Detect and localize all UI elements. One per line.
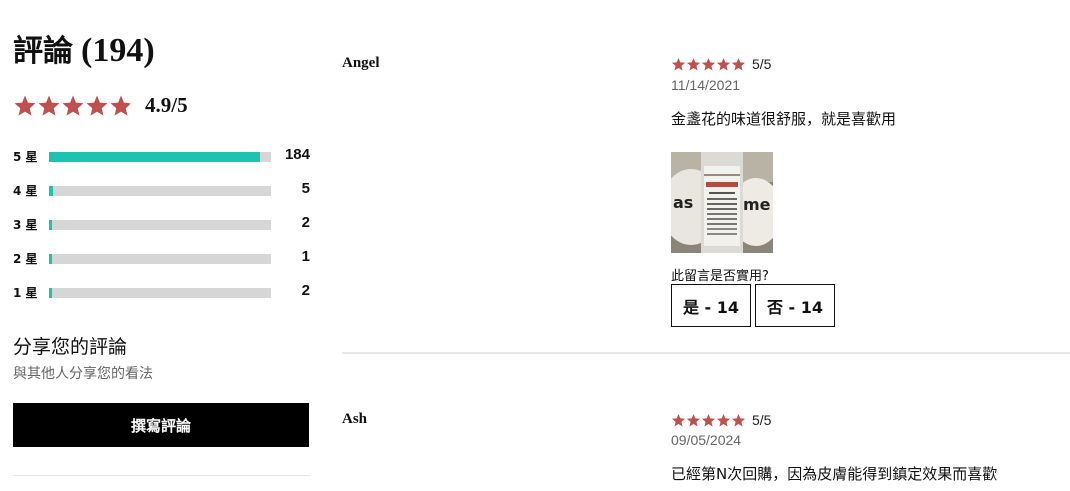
distribution-bar xyxy=(49,152,271,162)
reviews-count: (194) xyxy=(81,32,155,69)
review-rating: 5/5 xyxy=(671,412,771,428)
share-review-subtitle: 與其他人分享您的看法 xyxy=(13,366,153,382)
review-date: 09/05/2024 xyxy=(671,432,742,448)
star-icon xyxy=(671,57,686,72)
review-rating-label: 5/5 xyxy=(752,56,772,72)
review-rating-label: 5/5 xyxy=(752,412,772,428)
distribution-label: 1 星 xyxy=(13,285,38,300)
star-icon xyxy=(701,413,716,428)
review-photo[interactable]: as me xyxy=(671,152,773,253)
divider xyxy=(342,352,1070,354)
review-rating: 5/5 xyxy=(671,56,771,72)
star-icon xyxy=(109,94,133,118)
star-icon xyxy=(686,413,701,428)
distribution-row-4[interactable]: 4 星 5 xyxy=(13,180,310,200)
distribution-label: 2 星 xyxy=(13,251,38,266)
distribution-row-1[interactable]: 1 星 2 xyxy=(13,282,310,302)
reviews-title: 評論 xyxy=(13,34,73,69)
star-icon xyxy=(85,94,109,118)
helpful-no-button[interactable]: 否 - 14 xyxy=(755,284,835,327)
svg-text:as: as xyxy=(673,193,693,212)
distribution-bar-fill xyxy=(49,186,54,196)
distribution-row-5[interactable]: 5 星 184 xyxy=(13,146,310,166)
helpful-yes-button[interactable]: 是 - 14 xyxy=(671,284,751,327)
write-review-button[interactable]: 撰寫評論 xyxy=(13,403,309,447)
average-rating-value: 4.9/5 xyxy=(145,93,188,117)
svg-text:me: me xyxy=(743,195,771,214)
average-stars xyxy=(13,94,133,118)
distribution-bar-fill xyxy=(49,288,52,298)
star-icon xyxy=(37,94,61,118)
review-stars xyxy=(671,413,746,428)
distribution-row-3[interactable]: 3 星 2 xyxy=(13,214,310,234)
star-icon xyxy=(716,57,731,72)
average-rating: 4.9/5 xyxy=(13,93,188,118)
star-icon xyxy=(61,94,85,118)
distribution-count: 2 xyxy=(301,282,310,299)
review-date: 11/14/2021 xyxy=(671,77,741,93)
distribution-count: 1 xyxy=(301,248,310,265)
distribution-row-2[interactable]: 2 星 1 xyxy=(13,248,310,268)
star-icon xyxy=(671,413,686,428)
star-icon xyxy=(701,57,716,72)
star-icon xyxy=(716,413,731,428)
review-text: 金盞花的味道很舒服，就是喜歡用 xyxy=(671,110,897,128)
distribution-bar-fill xyxy=(49,152,260,162)
star-icon xyxy=(13,94,37,118)
share-review-title: 分享您的評論 xyxy=(13,336,128,358)
reviewer-name: Ash xyxy=(342,411,368,427)
distribution-label: 3 星 xyxy=(13,217,38,232)
star-icon xyxy=(731,57,746,72)
distribution-bar xyxy=(49,254,271,264)
distribution-bar-fill xyxy=(49,220,52,230)
distribution-bar xyxy=(49,186,271,196)
distribution-bar xyxy=(49,288,271,298)
star-icon xyxy=(731,413,746,428)
reviews-heading: 評論 (194) xyxy=(13,26,155,70)
distribution-label: 4 星 xyxy=(13,183,38,198)
divider xyxy=(13,475,310,476)
distribution-count: 2 xyxy=(301,214,310,231)
distribution-bar-fill xyxy=(49,254,52,264)
star-icon xyxy=(686,57,701,72)
review-stars xyxy=(671,57,746,72)
product-bottle-photo-icon: as me xyxy=(671,152,773,253)
helpful-question: 此留言是否實用? xyxy=(671,269,769,284)
distribution-count: 5 xyxy=(301,180,310,197)
distribution-label: 5 星 xyxy=(13,149,38,164)
reviewer-name: Angel xyxy=(342,55,380,71)
distribution-bar xyxy=(49,220,271,230)
review-text: 已經第N次回購，因為皮膚能得到鎮定效果而喜歡 xyxy=(671,465,998,483)
distribution-count: 184 xyxy=(284,146,310,163)
